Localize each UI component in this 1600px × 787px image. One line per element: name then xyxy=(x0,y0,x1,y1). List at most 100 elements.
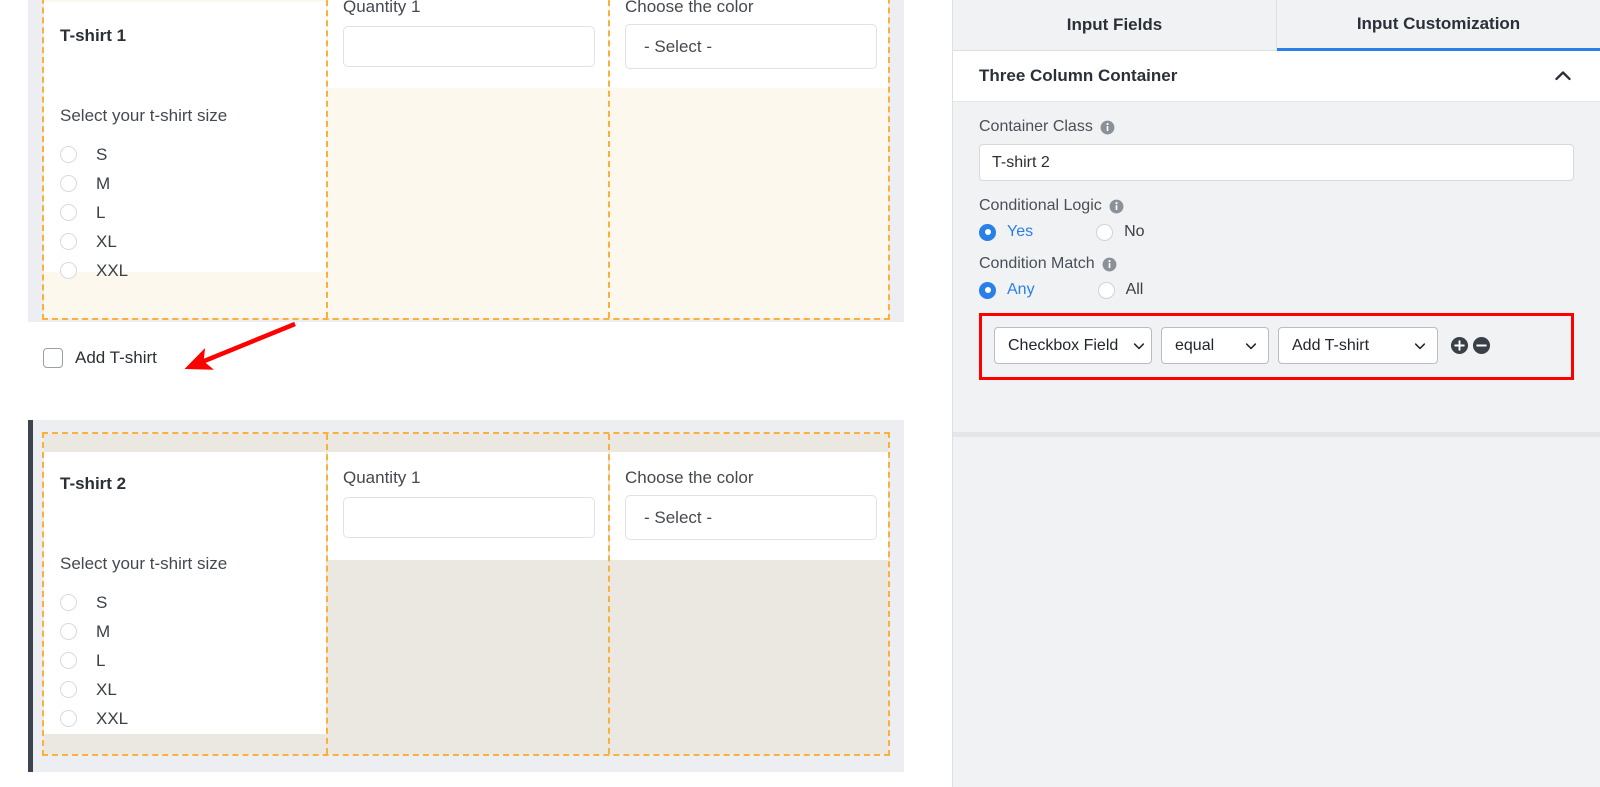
radio-icon[interactable] xyxy=(60,146,77,163)
red-arrow-annotation xyxy=(184,321,296,370)
size-radio-label: M xyxy=(96,173,111,193)
quantity-field-label: Quantity 1 xyxy=(343,0,421,16)
column-title-tshirt-1: T-shirt 1 Select your t-shirt size S M L… xyxy=(44,0,328,318)
size-radio-label: M xyxy=(96,621,111,641)
info-icon[interactable] xyxy=(1109,199,1124,214)
size-radio-option[interactable]: XL xyxy=(60,675,128,704)
size-radio-label: XL xyxy=(96,679,117,699)
color-select[interactable]: - Select - xyxy=(625,495,877,540)
minus-circle-icon[interactable] xyxy=(1472,336,1491,355)
tab-label: Input Customization xyxy=(1356,14,1521,33)
size-field-label: Select your t-shirt size xyxy=(60,106,228,125)
checkbox-icon[interactable] xyxy=(43,348,63,368)
column-color-tshirt-1: Choose the color - Select - xyxy=(610,0,888,318)
size-radio-option[interactable]: L xyxy=(60,198,128,227)
size-radio-option[interactable]: M xyxy=(60,169,128,198)
info-icon[interactable] xyxy=(1102,257,1117,272)
form-preview-area: T-shirt 1 Select your t-shirt size S M L… xyxy=(0,0,952,787)
radio-icon[interactable] xyxy=(60,262,77,279)
column-quantity-tshirt-1: Quantity 1 xyxy=(328,0,610,318)
size-radio-label: L xyxy=(96,202,106,222)
radio-icon[interactable] xyxy=(60,594,77,611)
size-radio-label: XXL xyxy=(96,708,129,728)
panel-title: T-shirt 1 xyxy=(60,26,127,45)
container-class-label-row: Container Class xyxy=(979,118,1574,136)
size-radio-option[interactable]: XXL xyxy=(60,256,128,285)
radio-icon[interactable] xyxy=(60,233,77,250)
quantity-field-label: Quantity 1 xyxy=(343,468,421,487)
chevron-down-icon[interactable] xyxy=(1132,339,1146,353)
conditional-logic-radio-group[interactable]: Yes No xyxy=(979,223,1574,241)
condition-match-option-any[interactable]: Any xyxy=(979,281,1035,299)
sidebar-empty-area xyxy=(953,437,1600,787)
add-tshirt-checkbox-row[interactable]: Add T-shirt xyxy=(43,348,157,368)
conditional-logic-label-row: Conditional Logic xyxy=(979,197,1574,215)
condition-field-select[interactable]: Checkbox Field xyxy=(994,327,1152,364)
condition-operator-select[interactable]: equal xyxy=(1161,327,1269,364)
size-radio-label: S xyxy=(96,144,108,164)
tab-label: Input Fields xyxy=(1066,15,1163,34)
screen-root: T-shirt 1 Select your t-shirt size S M L… xyxy=(0,0,1600,787)
section-header-three-column-container[interactable]: Three Column Container xyxy=(953,51,1600,102)
container-class-label: Container Class xyxy=(979,118,1093,135)
radio-icon[interactable] xyxy=(60,204,77,221)
radio-icon[interactable] xyxy=(60,175,77,192)
condition-field-value: Checkbox Field xyxy=(1008,336,1119,354)
sidebar-tabs: Input Fields Input Customization xyxy=(953,0,1600,51)
settings-sidebar: Input Fields Input Customization Three C… xyxy=(952,0,1600,787)
size-radio-option[interactable]: S xyxy=(60,588,128,617)
radio-icon[interactable] xyxy=(60,623,77,640)
section-title: Three Column Container xyxy=(979,66,1178,85)
conditional-logic-option-yes[interactable]: Yes xyxy=(979,223,1033,241)
radio-selected-icon[interactable] xyxy=(979,281,996,299)
condition-operator-value: equal xyxy=(1175,336,1215,354)
info-icon[interactable] xyxy=(1100,120,1115,135)
radio-icon[interactable] xyxy=(60,710,77,727)
quantity-input[interactable] xyxy=(343,26,595,67)
option-label: No xyxy=(1124,223,1145,240)
conditional-logic-label: Conditional Logic xyxy=(979,197,1102,214)
condition-match-option-all[interactable]: All xyxy=(1097,281,1144,299)
radio-selected-icon[interactable] xyxy=(979,223,996,241)
condition-match-label-row: Condition Match xyxy=(979,255,1574,273)
chevron-down-icon[interactable] xyxy=(1413,339,1427,353)
section-body: Container Class Conditional Logic xyxy=(953,102,1600,380)
size-radio-option[interactable]: M xyxy=(60,617,128,646)
size-radio-option[interactable]: L xyxy=(60,646,128,675)
size-radio-label: XL xyxy=(96,231,117,251)
condition-row: Checkbox Field equal Add T-shirt xyxy=(994,327,1561,364)
radio-icon[interactable] xyxy=(60,652,77,669)
chevron-up-icon[interactable] xyxy=(1554,67,1572,85)
tab-input-customization[interactable]: Input Customization xyxy=(1277,0,1600,51)
container-class-input[interactable] xyxy=(979,144,1574,181)
radio-icon[interactable] xyxy=(1096,223,1114,241)
size-radio-option[interactable]: XL xyxy=(60,227,128,256)
size-field-label: Select your t-shirt size xyxy=(60,554,228,573)
condition-match-radio-group[interactable]: Any All xyxy=(979,281,1574,299)
size-radio-option[interactable]: XXL xyxy=(60,704,128,733)
radio-icon[interactable] xyxy=(60,681,77,698)
add-tshirt-checkbox-label: Add T-shirt xyxy=(75,348,157,367)
condition-value-select[interactable]: Add T-shirt xyxy=(1278,327,1438,364)
size-radio-label: S xyxy=(96,592,108,612)
plus-circle-icon[interactable] xyxy=(1450,336,1469,355)
size-radio-option[interactable]: S xyxy=(60,140,128,169)
chevron-down-icon[interactable] xyxy=(1244,339,1258,353)
panel-title: T-shirt 2 xyxy=(60,474,127,493)
color-field-label: Choose the color xyxy=(625,468,754,487)
three-column-container-tshirt-1[interactable]: T-shirt 1 Select your t-shirt size S M L… xyxy=(42,0,890,320)
tab-input-fields[interactable]: Input Fields xyxy=(953,0,1277,51)
option-label: Yes xyxy=(1007,223,1034,240)
column-color-tshirt-2: Choose the color - Select - xyxy=(610,434,888,754)
color-select[interactable]: - Select - xyxy=(625,24,877,69)
size-radio-label: L xyxy=(96,650,106,670)
conditional-logic-option-no[interactable]: No xyxy=(1096,223,1145,241)
radio-icon[interactable] xyxy=(1097,281,1115,299)
quantity-input[interactable] xyxy=(343,497,595,538)
size-radio-group[interactable]: S M L XL XXL xyxy=(60,588,128,733)
option-label: All xyxy=(1125,281,1144,298)
size-radio-label: XXL xyxy=(96,260,129,280)
column-quantity-tshirt-2: Quantity 1 xyxy=(328,434,610,754)
size-radio-group[interactable]: S M L XL XXL xyxy=(60,140,128,285)
three-column-container-tshirt-2[interactable]: T-shirt 2 Select your t-shirt size S M L… xyxy=(42,432,890,756)
